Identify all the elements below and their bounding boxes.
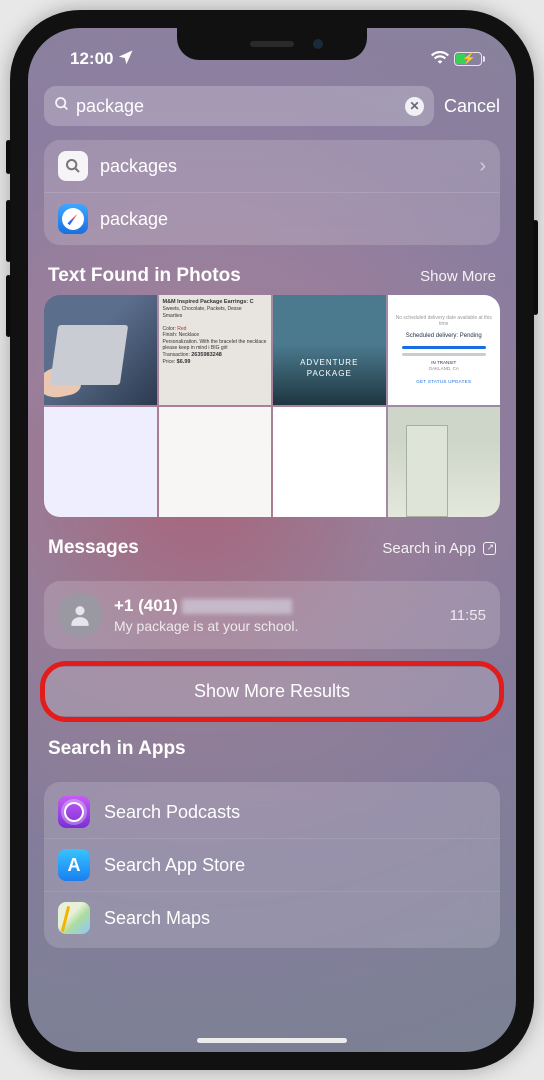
photo-thumb[interactable]: No scheduled delivery date available at … bbox=[388, 295, 501, 405]
power-button bbox=[533, 220, 538, 315]
suggestions-card: packages › package bbox=[44, 140, 500, 245]
home-indicator[interactable] bbox=[197, 1038, 347, 1043]
photo-thumb[interactable] bbox=[44, 407, 157, 517]
photo-thumb[interactable] bbox=[159, 407, 272, 517]
safari-icon bbox=[58, 204, 88, 234]
show-more-container: Show More Results bbox=[44, 667, 500, 716]
app-label: Search Podcasts bbox=[104, 802, 240, 823]
status-time: 12:00 bbox=[70, 49, 113, 69]
screen: 12:00 ⚡ ✕ bbox=[28, 28, 516, 1052]
search-apps-card: Search Podcasts Search App Store Search … bbox=[44, 782, 500, 948]
show-more-results-button[interactable]: Show More Results bbox=[44, 667, 500, 716]
photo-thumb[interactable]: M&M Inspired Package Earrings: C Sweets,… bbox=[159, 295, 272, 405]
photos-header: Text Found in Photos Show More bbox=[44, 265, 500, 295]
apps-header: Search in Apps bbox=[44, 738, 500, 768]
search-appstore-row[interactable]: Search App Store bbox=[44, 838, 500, 891]
photos-grid: M&M Inspired Package Earrings: C Sweets,… bbox=[44, 295, 500, 517]
app-label: Search Maps bbox=[104, 908, 210, 929]
device-frame: 12:00 ⚡ ✕ bbox=[10, 10, 534, 1070]
volume-up bbox=[6, 200, 11, 262]
search-in-app-link[interactable]: Search in App ↗ bbox=[382, 540, 496, 557]
notch bbox=[177, 28, 367, 60]
section-title: Text Found in Photos bbox=[48, 265, 241, 287]
volume-down bbox=[6, 275, 11, 337]
app-label: Search App Store bbox=[104, 855, 245, 876]
appstore-icon bbox=[58, 849, 90, 881]
search-icon bbox=[58, 151, 88, 181]
mute-switch bbox=[6, 140, 11, 174]
section-title: Messages bbox=[48, 537, 139, 559]
suggestion-packages[interactable]: packages › bbox=[44, 140, 500, 192]
suggestion-label: package bbox=[100, 209, 486, 230]
message-time: 11:55 bbox=[450, 607, 486, 624]
search-maps-row[interactable]: Search Maps bbox=[44, 891, 500, 944]
clear-icon[interactable]: ✕ bbox=[405, 97, 424, 116]
search-row: ✕ Cancel bbox=[44, 86, 500, 126]
search-icon bbox=[54, 96, 70, 117]
cancel-button[interactable]: Cancel bbox=[444, 96, 500, 117]
redacted bbox=[182, 599, 292, 614]
message-sender: +1 (401) bbox=[114, 596, 438, 616]
chevron-right-icon: › bbox=[479, 155, 486, 178]
photo-thumb[interactable] bbox=[44, 295, 157, 405]
external-icon: ↗ bbox=[483, 542, 496, 555]
photo-thumb[interactable]: ADVENTUREPACKAGE bbox=[273, 295, 386, 405]
wifi-icon bbox=[431, 49, 449, 69]
podcasts-icon bbox=[58, 796, 90, 828]
search-input[interactable] bbox=[76, 96, 405, 117]
photo-thumb[interactable] bbox=[273, 407, 386, 517]
message-row[interactable]: +1 (401) My package is at your school. 1… bbox=[44, 581, 500, 649]
avatar bbox=[58, 593, 102, 637]
location-icon bbox=[119, 49, 133, 69]
photo-thumb[interactable] bbox=[388, 407, 501, 517]
section-title: Search in Apps bbox=[48, 738, 186, 760]
show-more-link[interactable]: Show More bbox=[420, 268, 496, 285]
message-preview: My package is at your school. bbox=[114, 618, 438, 634]
battery-icon: ⚡ bbox=[454, 52, 482, 66]
suggestion-safari[interactable]: package bbox=[44, 192, 500, 245]
messages-card: +1 (401) My package is at your school. 1… bbox=[44, 581, 500, 649]
messages-header: Messages Search in App ↗ bbox=[44, 537, 500, 567]
maps-icon bbox=[58, 902, 90, 934]
search-podcasts-row[interactable]: Search Podcasts bbox=[44, 786, 500, 838]
suggestion-label: packages bbox=[100, 156, 467, 177]
search-field[interactable]: ✕ bbox=[44, 86, 434, 126]
